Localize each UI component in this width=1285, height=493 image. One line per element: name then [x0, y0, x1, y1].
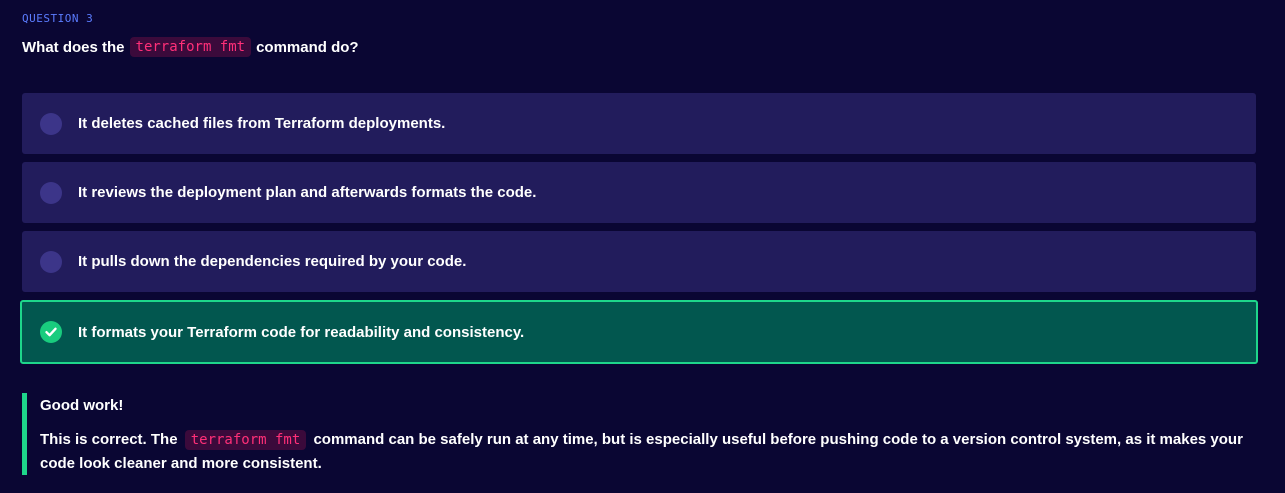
answer-options: It deletes cached files from Terraform d…	[20, 93, 1258, 372]
answer-option-3[interactable]: It pulls down the dependencies required …	[22, 231, 1256, 292]
feedback-code: terraform fmt	[184, 430, 307, 450]
answer-option-label: It deletes cached files from Terraform d…	[78, 115, 446, 132]
radio-circle-icon[interactable]	[40, 181, 62, 204]
feedback-title: Good work!	[40, 397, 124, 414]
question-code: terraform fmt	[129, 37, 252, 57]
question-suffix: command do?	[256, 38, 359, 56]
radio-circle-icon[interactable]	[40, 250, 62, 273]
question-prefix: What does the	[22, 38, 125, 56]
feedback-body: This is correct. The terraform fmt comma…	[40, 428, 1252, 476]
answer-option-label: It formats your Terraform code for reada…	[78, 323, 525, 341]
answer-option-label: It pulls down the dependencies required …	[78, 253, 467, 270]
quiz-page: QUESTION 3 What does the terraform fmt c…	[0, 0, 1285, 493]
question-number: QUESTION 3	[22, 12, 94, 25]
feedback-panel: Good work! This is correct. The terrafor…	[22, 393, 1252, 475]
feedback-prefix: This is correct. The	[40, 431, 178, 448]
radio-circle-icon[interactable]	[40, 112, 62, 135]
answer-option-label: It reviews the deployment plan and after…	[78, 184, 537, 201]
checkmark-icon	[45, 327, 57, 337]
checkmark-circle-icon[interactable]	[40, 321, 62, 343]
answer-option-1[interactable]: It deletes cached files from Terraform d…	[22, 93, 1256, 154]
question-text: What does the terraform fmt command do?	[22, 37, 359, 57]
answer-option-2[interactable]: It reviews the deployment plan and after…	[22, 162, 1256, 223]
answer-option-4-correct[interactable]: It formats your Terraform code for reada…	[20, 300, 1258, 364]
